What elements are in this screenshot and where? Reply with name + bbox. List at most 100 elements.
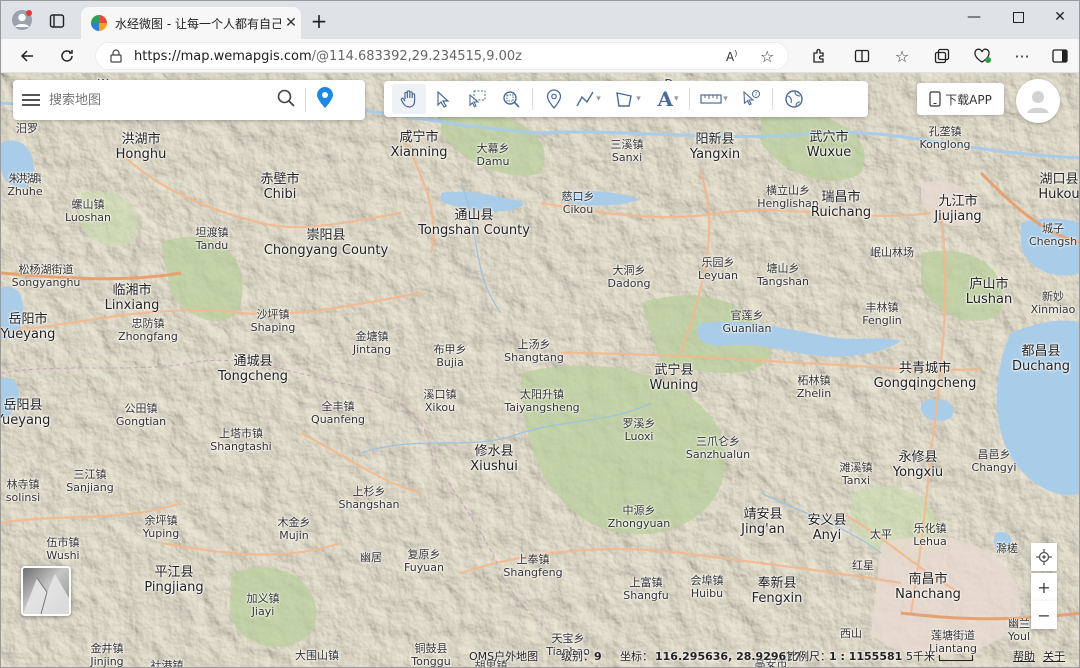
map-place-label[interactable]: 城子 Chengsh	[1029, 222, 1077, 248]
map-place-label[interactable]: 滩溪镇 Tanxi	[840, 461, 873, 487]
map-place-label[interactable]: 复原乡 Fuyuan	[404, 548, 444, 574]
map-place-label[interactable]: 公田镇 Gongtian	[116, 402, 166, 428]
map-place-label[interactable]: 通城县 Tongcheng	[218, 354, 288, 385]
map-place-label[interactable]: 平江县 Pingjiang	[144, 565, 203, 596]
window-close-icon[interactable]: ✕	[1037, 1, 1079, 33]
map-place-label[interactable]: 奉新县 Fengxin	[752, 576, 803, 607]
map-place-label[interactable]: 上汤乡 Shangtang	[504, 338, 564, 364]
split-screen-icon[interactable]	[849, 44, 875, 68]
url-field[interactable]: https://map.wemapgis.com/@114.683392,29.…	[95, 42, 789, 70]
map-place-label[interactable]: 咸宁市 Xianning	[390, 130, 447, 161]
tab-active[interactable]: 水经微图 - 让每一个人都有自己的 ✕	[81, 7, 301, 39]
text-annotation-icon[interactable]: A	[651, 84, 685, 114]
basemap-switch-button[interactable]	[21, 566, 71, 616]
favorites-icon[interactable]: ☆	[889, 44, 915, 68]
map-place-label[interactable]: 坦渡镇 Tandu	[196, 226, 229, 252]
browser-essentials-icon[interactable]	[969, 44, 995, 68]
pan-hand-icon[interactable]	[392, 84, 426, 114]
download-app-button[interactable]: 下载APP	[917, 83, 1004, 115]
read-aloud-icon[interactable]: A)	[726, 49, 737, 64]
map-place-label[interactable]: 阳新县 Yangxin	[690, 132, 740, 163]
locate-me-button[interactable]	[1031, 543, 1057, 571]
map-place-label[interactable]: 昌邑乡 Changyi	[972, 448, 1017, 474]
map-place-label[interactable]: 官莲乡 Guanlian	[722, 309, 771, 335]
profile-avatar-icon[interactable]	[9, 7, 35, 33]
help-link[interactable]: 帮助	[1013, 648, 1035, 664]
map-place-label[interactable]: 共青城市 Gongqingcheng	[874, 361, 977, 392]
map-place-label[interactable]: 螺山镇 Luoshan	[65, 198, 111, 224]
location-pin-icon[interactable]	[316, 87, 334, 113]
map-place-label[interactable]: 三爪仑乡 Sanzhualun	[686, 435, 750, 461]
map-place-label[interactable]: 林寺镇 solinsi	[6, 478, 40, 504]
polyline-icon[interactable]	[571, 84, 605, 114]
map-place-label[interactable]: 金塘镇 Jintang	[353, 330, 391, 356]
tab-actions-icon[interactable]	[45, 9, 69, 33]
map-place-label[interactable]: 岳阳县 Yueyang	[1, 398, 50, 429]
map-place-label[interactable]: 余坪镇 Yuping	[143, 514, 179, 540]
new-tab-icon[interactable]: +	[307, 9, 331, 33]
box-select-icon[interactable]	[460, 84, 494, 114]
map-place-label[interactable]: 武宁县 Wuning	[650, 363, 699, 394]
zoom-area-icon[interactable]	[494, 84, 528, 114]
minimize-icon[interactable]: —	[951, 1, 997, 33]
map-place-label[interactable]: 庐山市 Lushan	[966, 277, 1012, 308]
map-place-label[interactable]: 柘林镇 Zhelin	[797, 374, 831, 400]
map-place-label[interactable]: 洪湖	[16, 172, 38, 186]
map-place-label[interactable]: 安义县 Anyi	[807, 513, 846, 544]
map-place-label[interactable]: 通山县 Tongshan County	[418, 208, 530, 239]
map-place-label[interactable]: 瑞昌市 Ruichang	[811, 190, 871, 221]
map-place-label[interactable]: 幽居	[360, 551, 382, 565]
map-place-label[interactable]: 加义镇 Jiayi	[247, 592, 280, 618]
map-place-label[interactable]: 罗溪乡 Luoxi	[623, 417, 656, 443]
map-place-label[interactable]: 慈口乡 Cikou	[562, 190, 595, 216]
about-link[interactable]: 关于	[1043, 648, 1065, 664]
extensions-icon[interactable]	[806, 44, 832, 68]
identify-query-icon[interactable]: ?	[734, 84, 768, 114]
map-place-label[interactable]: 修水县 Xiushui	[470, 444, 518, 475]
map-place-label[interactable]: 幽兰 Youl	[1008, 617, 1030, 643]
map-place-label[interactable]: 横立山乡 Henglishan	[757, 184, 819, 210]
map-place-label[interactable]: 沙坪镇 Shaping	[251, 308, 296, 334]
back-arrow-icon[interactable]	[14, 44, 40, 68]
map-place-label[interactable]: 木金乡 Mujin	[278, 516, 311, 542]
map-place-label[interactable]: 孔垄镇 Konglong	[919, 125, 970, 151]
map-place-label[interactable]: 会埠镇 Huibu	[691, 574, 724, 600]
favorite-star-icon[interactable]: ☆	[760, 47, 774, 66]
map-place-label[interactable]: 崇阳县 Chongyang County	[264, 228, 388, 259]
map-place-label[interactable]: 南昌市 Nanchang	[895, 572, 961, 603]
map-place-label[interactable]: 塘山乡 Tangshan	[757, 262, 809, 288]
map-place-label[interactable]: 红星	[852, 559, 874, 573]
map-place-label[interactable]: 伍市镇 Wushi	[46, 536, 79, 562]
map-place-label[interactable]: 靖安县 Jing'an	[741, 507, 785, 538]
map-place-label[interactable]: 湖口县 Hukou	[1038, 172, 1079, 203]
map-place-label[interactable]: 三溪镇 Sanxi	[611, 138, 644, 164]
map-place-label[interactable]: 都昌县 Duchang	[1012, 344, 1070, 375]
maximize-icon[interactable]	[995, 1, 1041, 33]
map-place-label[interactable]: 滁槎	[996, 542, 1018, 556]
map-place-label[interactable]: 武穴市 Wuxue	[807, 130, 852, 161]
user-avatar[interactable]	[1016, 79, 1060, 123]
map-place-label[interactable]: 上富镇 Shangfu	[623, 576, 669, 602]
map-place-label[interactable]: 乐园乡 Leyuan	[698, 256, 738, 282]
map-place-label[interactable]: 大幕乡 Damu	[477, 142, 510, 168]
collections-icon[interactable]	[929, 44, 955, 68]
search-icon[interactable]	[277, 89, 295, 111]
map-place-label[interactable]: 永修县 Yongxiu	[893, 450, 943, 481]
map-place-label[interactable]: 乐化镇 Lehua	[913, 522, 946, 548]
map-canvas[interactable]: 洪湖市 Honghu 赤壁市 Chibi 咸宁市 Xianning 大幕乡 Damu 三溪镇 Sa…	[1, 73, 1079, 667]
map-place-label[interactable]: 松杨湖街道 Songyanghu	[12, 263, 81, 289]
map-place-label[interactable]: 上塔市镇 Shangtashi	[210, 427, 271, 453]
map-place-label[interactable]: 三江镇 Sanjiang	[66, 468, 114, 494]
map-place-label[interactable]: 新妙 Xinmiao	[1031, 290, 1076, 316]
map-place-label[interactable]: 上奉镇 Shangfeng	[503, 553, 562, 579]
map-place-label[interactable]: 九江市 Jiujiang	[934, 194, 981, 225]
map-place-label[interactable]: 临湘市 Linxiang	[105, 283, 160, 314]
reload-icon[interactable]	[54, 44, 80, 68]
zoom-in-button[interactable]: +	[1031, 573, 1057, 601]
map-place-label[interactable]: 中源乡 Zhongyuan	[608, 504, 670, 530]
map-place-label[interactable]: 西山	[840, 627, 862, 641]
map-place-label[interactable]: 丰林镇 Fenglin	[862, 301, 902, 327]
map-place-label[interactable]: 溪口镇 Xikou	[424, 388, 457, 414]
map-place-label[interactable]: 全丰镇 Quanfeng	[311, 400, 365, 426]
map-place-label[interactable]: 忠防镇 Zhongfang	[118, 317, 178, 343]
